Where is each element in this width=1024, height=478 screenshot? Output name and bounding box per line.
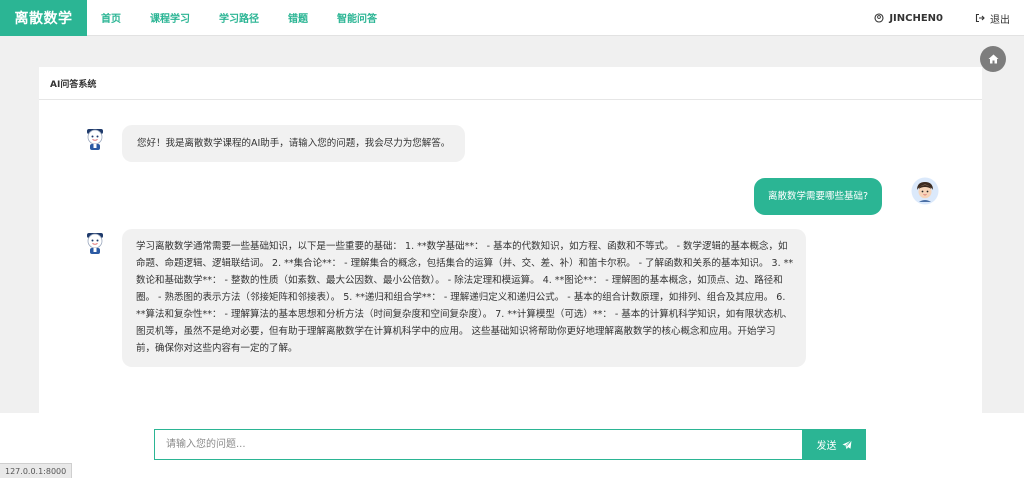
nav-home[interactable]: 首页 [101, 10, 121, 25]
user-menu[interactable]: JINCHEN0 [874, 13, 943, 24]
nav-learning-path[interactable]: 学习路径 [219, 10, 259, 25]
brand-logo[interactable]: 离散数学 [0, 0, 87, 36]
panel-title: AI问答系统 [39, 67, 982, 100]
input-bar: 发送 [0, 413, 1024, 478]
user-message: 离散数学需要哪些基础? [754, 178, 883, 215]
logout-label: 退出 [990, 14, 1010, 26]
nav-course-study[interactable]: 课程学习 [150, 10, 190, 25]
robot-avatar-icon [87, 233, 103, 254]
chat-panel: AI问答系统 您好！我是离散数学课程的AI助手，请输入您的问题，我会尽力为您解答… [39, 67, 982, 413]
send-label: 发送 [816, 441, 837, 452]
top-navbar: 离散数学 首页 课程学习 学习路径 错题 智能问答 JINCHEN0 退出 [0, 0, 1024, 36]
home-icon [988, 54, 998, 64]
status-url: 127.0.0.1:8000 [0, 463, 73, 478]
boy-avatar-icon [911, 177, 939, 205]
home-float-button[interactable] [980, 46, 1006, 72]
assistant-message: 您好！我是离散数学课程的AI助手，请输入您的问题，我会尽力为您解答。 [122, 125, 466, 162]
question-input[interactable] [154, 429, 803, 460]
nav-wrong-questions[interactable]: 错题 [288, 10, 308, 25]
user-circle-icon [874, 13, 884, 23]
nav-links: 首页 课程学习 学习路径 错题 智能问答 [101, 10, 406, 25]
sign-out-icon [975, 13, 985, 23]
username: JINCHEN0 [889, 12, 943, 24]
logout-link[interactable]: 退出 [975, 11, 1010, 26]
robot-avatar-icon [87, 129, 103, 150]
nav-smart-qa[interactable]: 智能问答 [337, 10, 377, 25]
nav-right: JINCHEN0 退出 [874, 0, 1010, 36]
paper-plane-icon [842, 439, 852, 449]
assistant-message: 学习离散数学通常需要一些基础知识，以下是一些重要的基础： 1. **数学基础**… [122, 229, 806, 367]
send-button[interactable]: 发送 [802, 429, 866, 460]
